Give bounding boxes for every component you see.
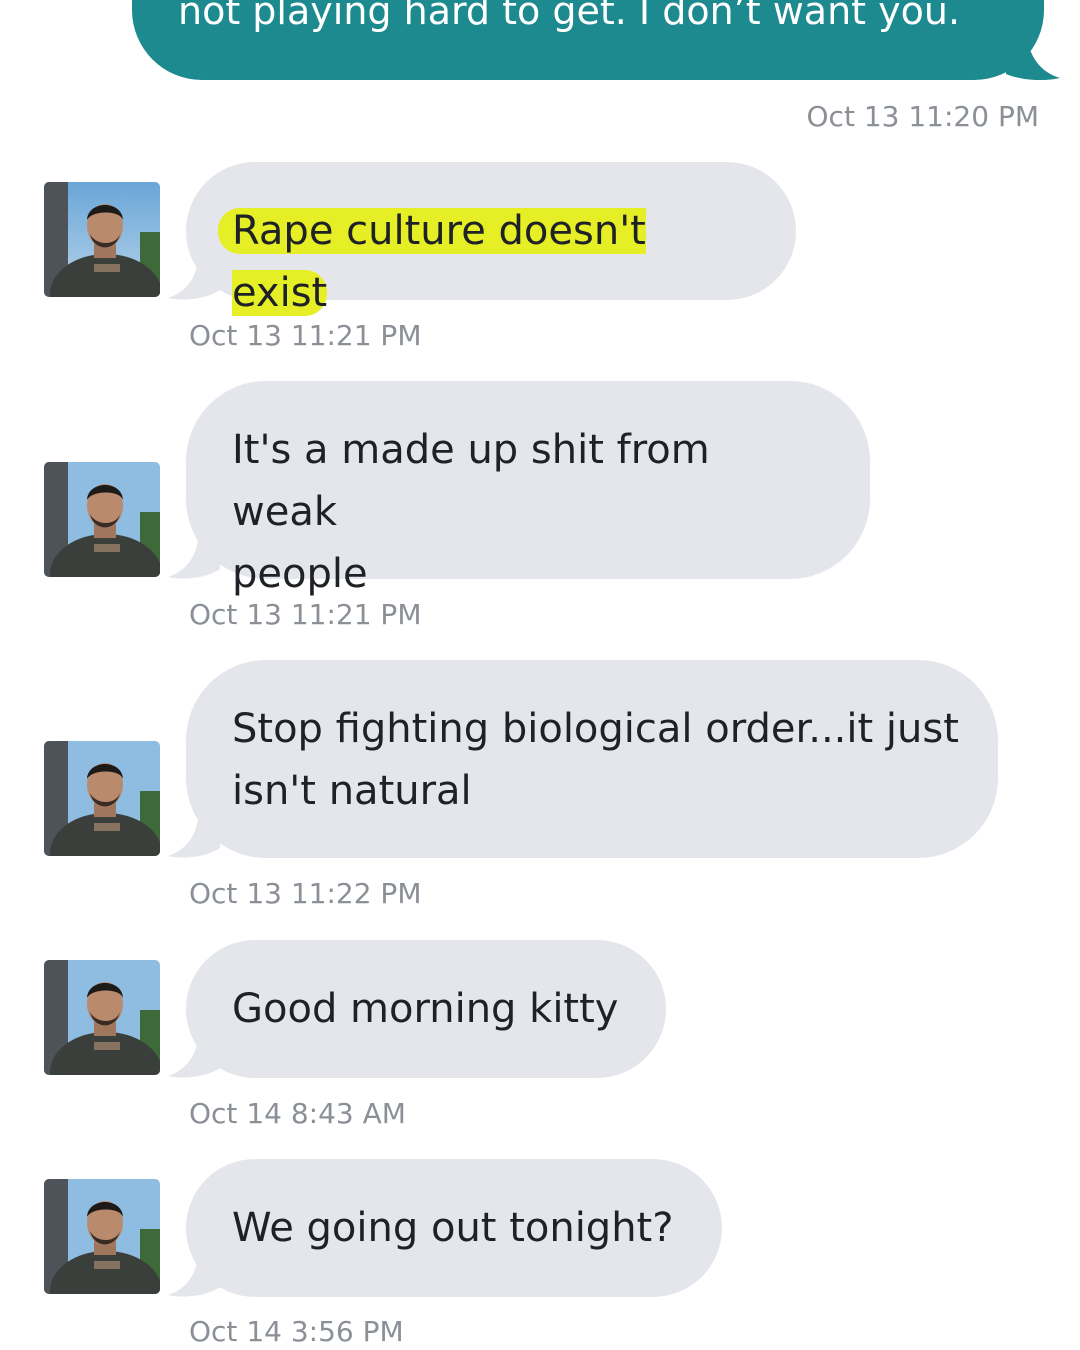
message-timestamp: Oct 13 11:21 PM (189, 319, 422, 352)
received-message-bubble[interactable]: Stop fighting biological order...it just… (186, 660, 998, 858)
message-text-line: It's a made up shit from weak (232, 427, 710, 535)
received-message-bubble[interactable]: Rape culture doesn't exist (186, 162, 796, 316)
message-timestamp: Oct 13 11:21 PM (189, 598, 422, 631)
avatar-photo-icon (44, 741, 160, 856)
contact-avatar[interactable] (44, 462, 160, 577)
sent-message-bubble[interactable]: not playing hard to get. I don’t want yo… (132, 0, 1044, 80)
received-message-bubble[interactable]: It's a made up shit from weak people (186, 381, 870, 597)
message-text: We going out tonight? (232, 1205, 674, 1251)
contact-avatar[interactable] (44, 182, 160, 297)
highlighted-message-text: Rape culture doesn't exist (218, 208, 646, 316)
avatar-photo-icon (44, 1179, 160, 1294)
received-bubble-tail (168, 260, 220, 300)
contact-avatar[interactable] (44, 960, 160, 1075)
message-text-line: isn't natural (232, 768, 472, 814)
message-timestamp: Oct 13 11:20 PM (806, 100, 1039, 133)
contact-avatar[interactable] (44, 1179, 160, 1294)
sent-message-text: not playing hard to get. I don’t want yo… (178, 0, 961, 33)
avatar-photo-icon (44, 462, 160, 577)
contact-avatar[interactable] (44, 741, 160, 856)
message-text: Good morning kitty (232, 986, 619, 1032)
sent-bubble-tail (1006, 30, 1060, 80)
received-message-bubble[interactable]: Good morning kitty (186, 940, 666, 1078)
message-text-line: people (232, 551, 368, 597)
received-bubble-tail (168, 1257, 220, 1297)
avatar-photo-icon (44, 182, 160, 297)
avatar-photo-icon (44, 960, 160, 1075)
message-timestamp: Oct 14 3:56 PM (189, 1315, 404, 1348)
chat-thread: not playing hard to get. I don’t want yo… (0, 0, 1080, 1350)
message-timestamp: Oct 14 8:43 AM (189, 1097, 406, 1130)
message-text-line: Stop fighting biological order...it just (232, 706, 959, 752)
received-bubble-tail (168, 818, 220, 858)
received-message-bubble[interactable]: We going out tonight? (186, 1159, 722, 1297)
received-bubble-tail (168, 539, 220, 579)
received-bubble-tail (168, 1038, 220, 1078)
message-timestamp: Oct 13 11:22 PM (189, 877, 422, 910)
